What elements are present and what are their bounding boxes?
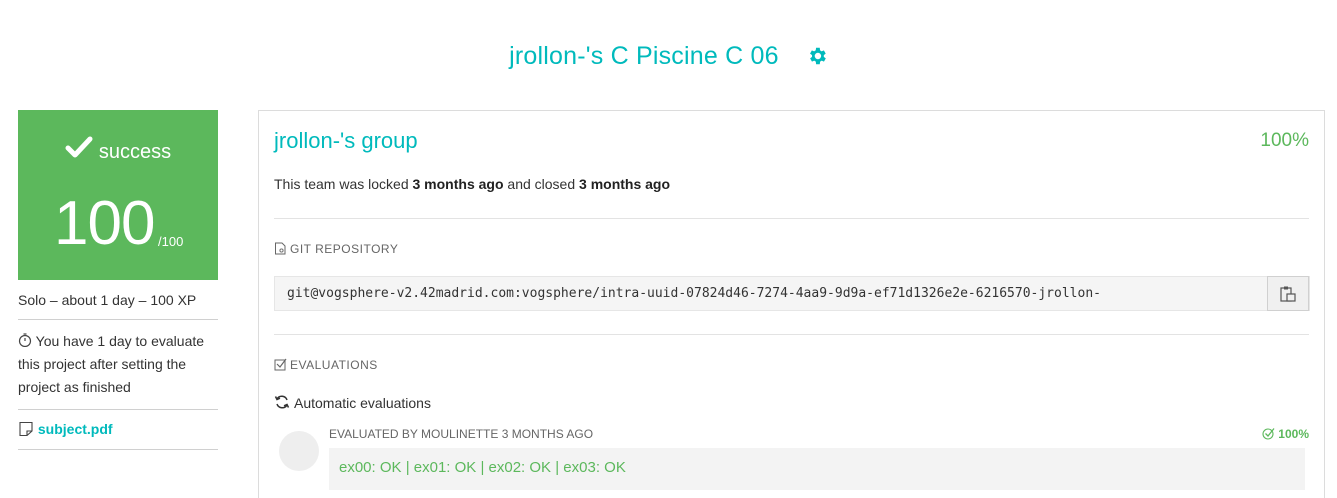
evaluator-line: EVALUATED BY MOULINETTE 3 MONTHS AGO bbox=[329, 427, 594, 441]
lock-prefix: This team was locked bbox=[274, 176, 413, 192]
checkmark-icon bbox=[65, 136, 93, 158]
subject-row: subject.pdf bbox=[18, 410, 218, 450]
automatic-evaluations-heading: Automatic evaluations bbox=[274, 394, 431, 411]
document-icon bbox=[19, 421, 33, 437]
evaluations-heading: EVALUATIONS bbox=[274, 358, 378, 372]
team-lock-status: This team was locked 3 months ago and cl… bbox=[274, 176, 670, 192]
locked-ago: 3 months ago bbox=[412, 176, 504, 192]
lock-mid: and closed bbox=[503, 176, 580, 192]
divider bbox=[274, 218, 1309, 219]
refresh-icon bbox=[274, 395, 290, 409]
status-line: success bbox=[18, 136, 218, 164]
git-repository-heading: GIT REPOSITORY bbox=[274, 242, 398, 256]
final-score: 100 bbox=[54, 189, 155, 258]
avatar bbox=[279, 431, 319, 471]
timer-note-text: You have 1 day to evaluate this project … bbox=[18, 333, 205, 395]
evaluation-timer-note: You have 1 day to evaluate this project … bbox=[18, 320, 218, 410]
evaluations-label: EVALUATIONS bbox=[290, 358, 378, 372]
project-sidebar: success 100 /100 Solo – about 1 day – 10… bbox=[18, 110, 218, 450]
copy-button[interactable] bbox=[1267, 276, 1309, 311]
stopwatch-icon bbox=[18, 333, 32, 348]
team-panel: jrollon-'s group 100% This team was lock… bbox=[258, 110, 1325, 498]
project-title: jrollon-'s C Piscine C 06 bbox=[509, 42, 779, 70]
status-label: success bbox=[98, 141, 172, 163]
status-box: success 100 /100 bbox=[18, 110, 218, 280]
subject-pdf-link[interactable]: subject.pdf bbox=[38, 421, 113, 437]
git-repository-url[interactable]: git@vogsphere-v2.42madrid.com:vogsphere/… bbox=[287, 286, 1267, 301]
group-title[interactable]: jrollon-'s group bbox=[274, 128, 418, 154]
clipboard-icon bbox=[1280, 286, 1296, 302]
evaluation-score: 100% bbox=[1262, 427, 1309, 441]
evaluation-result: ex00: OK | ex01: OK | ex02: OK | ex03: O… bbox=[329, 448, 1305, 490]
project-meta: Solo – about 1 day – 100 XP bbox=[18, 292, 218, 320]
checkbox-icon bbox=[274, 358, 287, 371]
automatic-evaluations-label: Automatic evaluations bbox=[294, 395, 431, 411]
evaluation-score-value: 100% bbox=[1278, 427, 1309, 441]
file-git-icon bbox=[275, 242, 286, 255]
gear-icon[interactable] bbox=[806, 45, 828, 67]
closed-ago: 3 months ago bbox=[579, 176, 671, 192]
git-repository-field[interactable]: git@vogsphere-v2.42madrid.com:vogsphere/… bbox=[274, 276, 1310, 311]
check-circle-icon bbox=[1262, 428, 1275, 440]
group-percent: 100% bbox=[1260, 130, 1309, 151]
score-max: /100 bbox=[158, 234, 184, 249]
git-repository-label: GIT REPOSITORY bbox=[290, 242, 399, 256]
divider bbox=[274, 334, 1309, 335]
page-title: jrollon-'s C Piscine C 06 bbox=[0, 42, 1337, 71]
